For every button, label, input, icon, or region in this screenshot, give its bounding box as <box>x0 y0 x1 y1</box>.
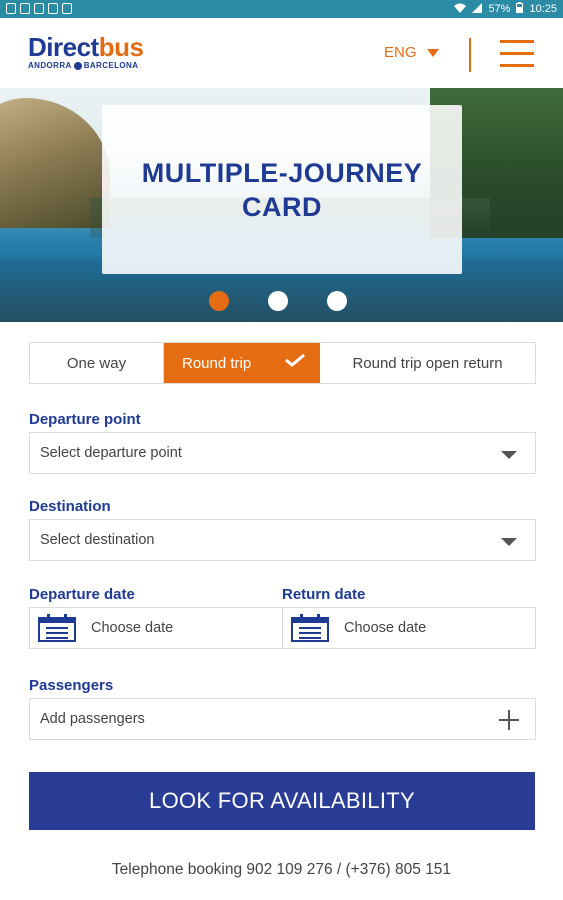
calendar-icon <box>291 614 329 642</box>
tab-round-trip-open-return[interactable]: Round trip open return <box>320 343 535 383</box>
departure-date-label: Departure date <box>29 586 135 603</box>
telephone-booking-text: Telephone booking 902 109 276 / (+376) 8… <box>111 861 452 878</box>
tab-label: Round trip <box>182 354 252 372</box>
look-for-availability-button[interactable]: LOOK FOR AVAILABILITY <box>29 772 535 830</box>
destination-label: Destination <box>29 498 111 515</box>
plus-icon[interactable] <box>499 710 519 730</box>
status-bar: 57% 10:25 <box>0 0 563 18</box>
chevron-down-icon <box>501 538 517 546</box>
return-date-value: Choose date <box>344 620 427 636</box>
battery-level: 57% <box>488 3 511 15</box>
hero-card: MULTIPLE-JOURNEY CARD <box>102 105 462 274</box>
return-date-field[interactable]: Choose date <box>282 607 536 649</box>
carousel-dot-3[interactable] <box>327 291 347 311</box>
departure-date-field[interactable]: Choose date <box>29 607 283 649</box>
notification-icon <box>62 3 72 14</box>
logo-sub-barcelona: BARCELONA <box>83 61 139 70</box>
chevron-down-icon <box>501 451 517 459</box>
signal-icon <box>472 2 483 16</box>
logo-dot-icon <box>73 61 82 70</box>
passengers-field[interactable]: Add passengers <box>29 698 536 740</box>
logo-direct-text: Direct <box>28 32 99 62</box>
notification-icon <box>6 3 16 14</box>
passengers-placeholder: Add passengers <box>40 711 145 727</box>
tab-round-trip[interactable]: Round trip <box>164 343 320 383</box>
passengers-label: Passengers <box>29 677 114 694</box>
menu-bar <box>500 64 534 67</box>
departure-point-label: Departure point <box>29 411 141 428</box>
tab-one-way[interactable]: One way <box>30 343 164 383</box>
carousel-indicators <box>0 291 563 313</box>
departure-point-placeholder: Select departure point <box>40 445 182 461</box>
language-selector[interactable]: ENG <box>384 44 439 61</box>
tab-label: One way <box>66 354 127 372</box>
wifi-icon <box>454 3 467 16</box>
chevron-down-icon <box>426 48 439 57</box>
menu-bar <box>500 40 534 43</box>
destination-placeholder: Select destination <box>40 532 155 548</box>
menu-bar <box>500 52 534 55</box>
app-header: Directbus ANDORRA BARCELONA ENG <box>0 18 563 88</box>
return-date-label: Return date <box>282 586 366 603</box>
trip-type-tabs: One way Round trip Round trip open retur… <box>29 342 536 384</box>
notification-icons <box>6 3 72 14</box>
calendar-icon <box>38 614 76 642</box>
header-divider <box>469 38 471 72</box>
hamburger-menu-button[interactable] <box>500 40 536 68</box>
hero-title: MULTIPLE-JOURNEY CARD <box>141 157 423 222</box>
notification-icon <box>34 3 44 14</box>
carousel-dot-1[interactable] <box>209 291 229 311</box>
carousel-dot-2[interactable] <box>268 291 288 311</box>
check-icon <box>285 353 305 367</box>
departure-point-select[interactable]: Select departure point <box>29 432 536 474</box>
directbus-logo[interactable]: Directbus ANDORRA BARCELONA <box>28 32 144 70</box>
clock: 10:25 <box>529 3 557 15</box>
destination-select[interactable]: Select destination <box>29 519 536 561</box>
logo-subtitle: ANDORRA BARCELONA <box>28 61 143 70</box>
logo-sub-andorra: ANDORRA <box>28 61 72 70</box>
battery-icon <box>516 2 524 16</box>
logo-bus-text: bus <box>98 32 144 62</box>
notification-icon <box>20 3 30 14</box>
hero-banner[interactable]: MULTIPLE-JOURNEY CARD <box>0 88 563 322</box>
language-label: ENG <box>384 44 417 61</box>
tab-label: Round trip open return <box>352 354 503 372</box>
departure-date-value: Choose date <box>91 620 174 636</box>
notification-icon <box>48 3 58 14</box>
